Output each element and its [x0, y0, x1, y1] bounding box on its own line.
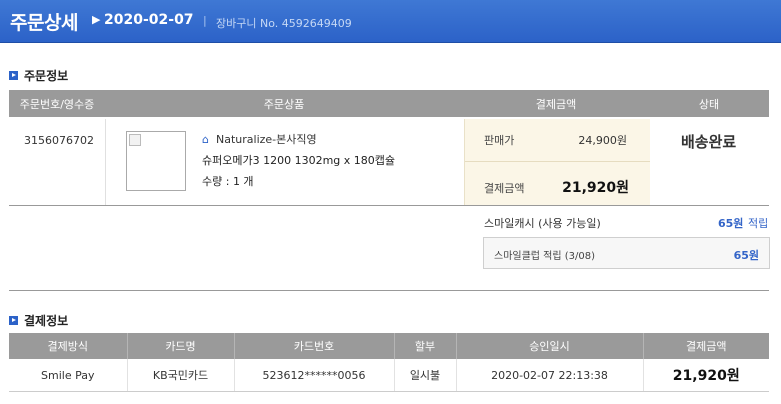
col-product: 주문상품 [105, 90, 463, 117]
payment-info-title-text: 결제정보 [24, 314, 69, 328]
col-card-number: 카드번호 [234, 333, 395, 359]
page-header: 주문상세 ▶ 2020-02-07 | 장바구니 No. 4592649409 [0, 0, 781, 43]
seller-link[interactable]: ⌂ Naturalize-본사직영 [202, 131, 317, 147]
product-quantity: 수량 : 1 개 [202, 175, 254, 188]
seller-name[interactable]: Naturalize-본사직영 [216, 133, 317, 146]
order-info-table: 주문번호/영수증 주문상품 결제금액 상태 [9, 90, 769, 117]
payment-table-header: 결제방식 카드명 카드번호 할부 승인일시 결제금액 [9, 333, 769, 359]
pay-method: Smile Pay [9, 359, 128, 392]
col-pay-method: 결제방식 [9, 333, 128, 359]
col-paid: 결제금액 [463, 90, 649, 117]
payment-info-table: 결제방식 카드명 카드번호 할부 승인일시 결제금액 Smile Pay KB국… [9, 333, 769, 392]
order-table-header: 주문번호/영수증 주문상품 결제금액 상태 [9, 90, 769, 117]
table-row: Smile Pay KB국민카드 523612******0056 일시불 20… [9, 359, 769, 392]
order-date: 2020-02-07 [104, 12, 194, 28]
smile-club-label: 스마일클럽 적립 (3/08) [494, 251, 596, 262]
approved-at: 2020-02-07 22:13:38 [456, 359, 644, 392]
paid-amount: 21,920원 [562, 180, 629, 196]
smile-club-value: 65원 [733, 249, 759, 262]
product-image[interactable] [126, 131, 186, 191]
sale-price: 24,900원 [578, 134, 627, 147]
home-icon: ⌂ [202, 133, 209, 146]
order-info-title: 주문정보 [9, 67, 68, 84]
pay-amount: 21,920원 [643, 359, 769, 392]
smile-cash-action: 적립 [748, 217, 769, 230]
installment: 일시불 [394, 359, 457, 392]
header-separator: | [203, 14, 207, 27]
smile-club-box: 스마일클럽 적립 (3/08) 65원 [483, 237, 770, 269]
chevron-right-icon: ▶ [92, 13, 101, 26]
col-status: 상태 [649, 90, 769, 117]
divider [9, 290, 769, 291]
price-box: 판매가 24,900원 결제금액 21,920원 [464, 119, 650, 205]
col-installment: 할부 [394, 333, 457, 359]
col-order-number: 주문번호/영수증 [9, 90, 105, 117]
sale-price-label: 판매가 [484, 134, 515, 147]
square-arrow-icon [9, 71, 18, 80]
col-approved-at: 승인일시 [456, 333, 644, 359]
paid-amount-label: 결제금액 [484, 182, 525, 195]
smile-cash-value: 65원 [718, 217, 744, 230]
col-pay-amount: 결제금액 [643, 333, 769, 359]
card-name: KB국민카드 [127, 359, 235, 392]
smile-cash-label: 스마일캐시 (사용 가능일) [484, 217, 601, 230]
divider [105, 119, 106, 205]
divider [9, 205, 769, 206]
col-card-name: 카드명 [127, 333, 235, 359]
page-title: 주문상세 [10, 12, 78, 34]
card-number: 523612******0056 [234, 359, 395, 392]
order-number[interactable]: 3156076702 [24, 134, 94, 147]
order-info-title-text: 주문정보 [24, 69, 69, 83]
status-badge: 배송완료 [681, 133, 737, 151]
cart-number: 장바구니 No. 4592649409 [216, 17, 352, 30]
payment-info-title: 결제정보 [9, 312, 68, 329]
product-name[interactable]: 슈퍼오메가3 1200 1302mg x 180캡슐 [202, 152, 395, 168]
square-arrow-icon [9, 316, 18, 325]
